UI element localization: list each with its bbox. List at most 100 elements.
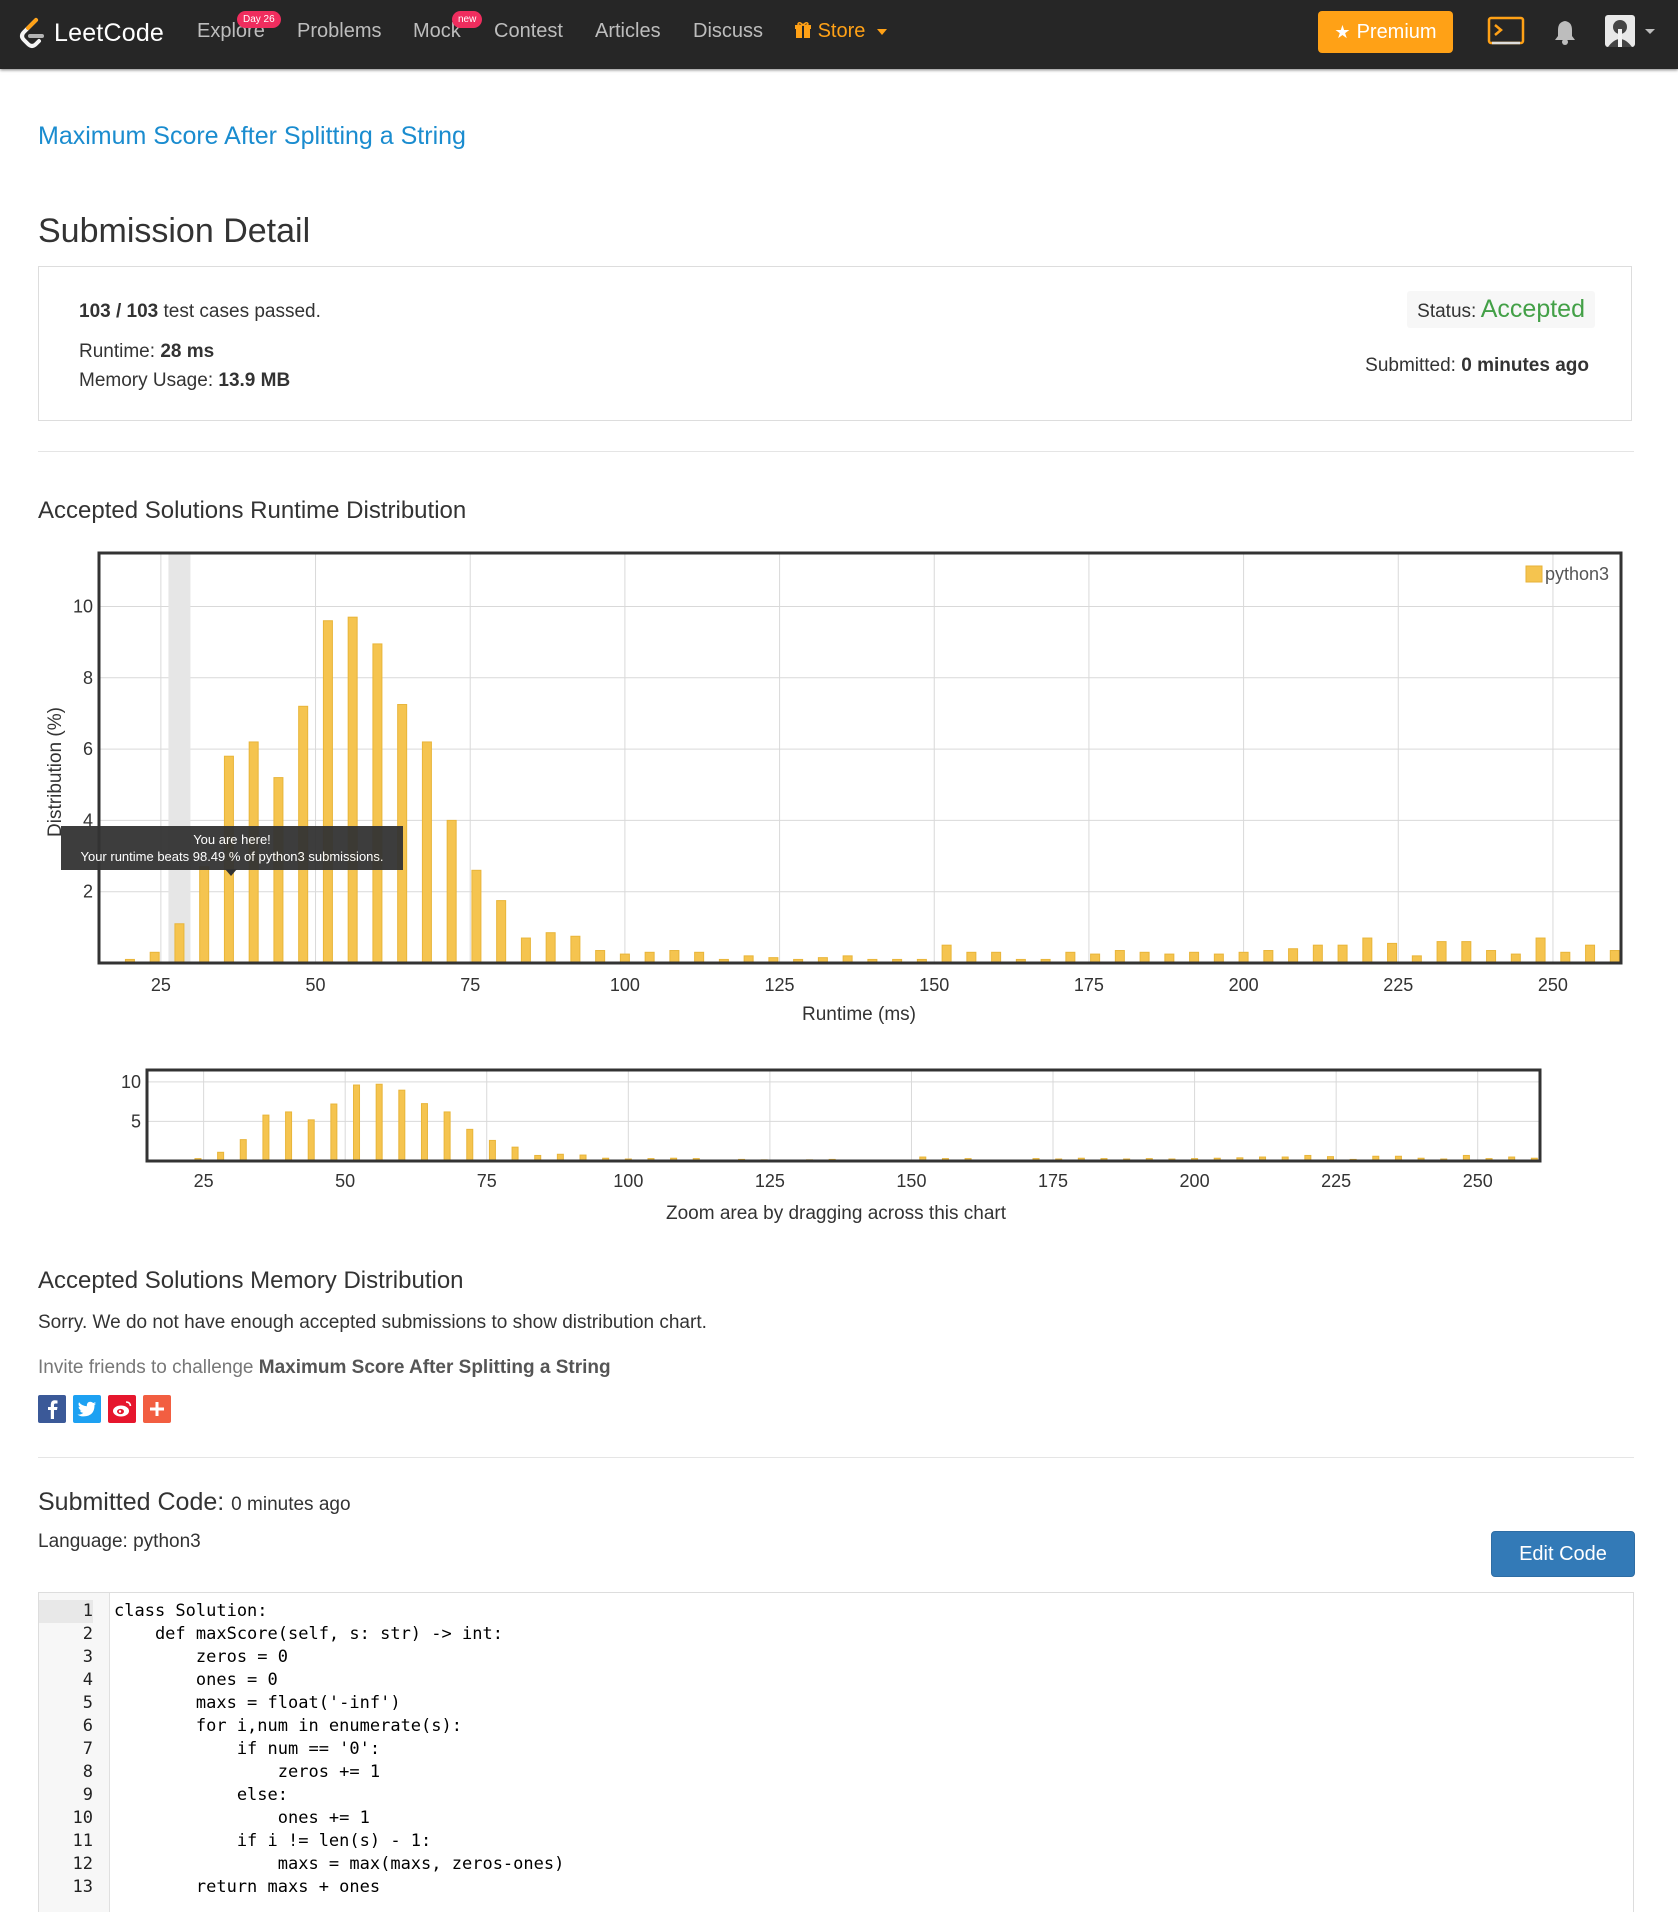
bar[interactable] (353, 1084, 361, 1162)
share-more-button[interactable] (143, 1395, 171, 1423)
code-text: else: (114, 1785, 288, 1805)
facebook-icon (48, 1400, 58, 1419)
code-line[interactable]: 8 zeros += 1 (39, 1761, 1629, 1784)
bar[interactable] (446, 819, 457, 964)
bar[interactable] (545, 932, 556, 964)
bar[interactable] (1387, 942, 1398, 964)
bar[interactable] (570, 935, 581, 964)
bar[interactable] (347, 616, 358, 964)
code-text: for i,num in enumerate(s): (114, 1716, 462, 1736)
bar[interactable] (1263, 950, 1274, 964)
bar[interactable] (488, 1139, 496, 1162)
bar[interactable] (1362, 937, 1373, 964)
bar[interactable] (285, 1111, 293, 1162)
code-text: if i != len(s) - 1: (114, 1831, 432, 1851)
tooltip-arrow (225, 869, 237, 876)
chart-legend[interactable]: python3 (1525, 564, 1609, 584)
bar[interactable] (199, 866, 210, 964)
code-line[interactable]: 10 ones += 1 (39, 1807, 1629, 1830)
share-facebook-button[interactable] (38, 1395, 66, 1423)
edit-code-button[interactable]: Edit Code (1491, 1531, 1635, 1577)
main-chart-x-ticks: 25 50 75 100 125 150 175 200 225 250 (151, 975, 1568, 995)
bar[interactable] (991, 951, 1002, 964)
bar[interactable] (398, 1089, 406, 1162)
zoom-chart-x-ticks: 25 50 75 100 125 150 175 200 225 250 (194, 1171, 1493, 1191)
x-tick-label: 25 (151, 975, 171, 995)
bar[interactable] (443, 1111, 451, 1162)
bar[interactable] (595, 950, 606, 964)
bar[interactable] (1535, 937, 1546, 964)
submitted-code-title: Submitted Code: 0 minutes ago (38, 1488, 351, 1517)
share-weibo-button[interactable] (108, 1395, 136, 1423)
zoom-chart-bars (171, 1083, 1538, 1162)
x-tick-label: 225 (1321, 1171, 1351, 1191)
bar[interactable] (372, 643, 383, 964)
bar[interactable] (174, 923, 185, 964)
bar[interactable] (239, 1139, 247, 1162)
code-line[interactable]: 4 ones = 0 (39, 1669, 1629, 1692)
code-text: ones += 1 (114, 1808, 370, 1828)
bar[interactable] (1585, 944, 1596, 964)
bar[interactable] (644, 951, 655, 964)
bar[interactable] (1461, 941, 1472, 964)
bar[interactable] (466, 1128, 474, 1162)
bar[interactable] (1560, 951, 1571, 964)
language-line: Language: python3 (38, 1531, 201, 1553)
bar[interactable] (669, 950, 680, 964)
code-line[interactable]: 5 maxs = float('-inf') (39, 1692, 1629, 1715)
bar[interactable] (1189, 951, 1200, 964)
language-label: Language: (38, 1531, 128, 1552)
share-twitter-button[interactable] (73, 1395, 101, 1423)
highlight-band (168, 553, 191, 963)
x-tick-label: 225 (1383, 975, 1413, 995)
bar[interactable] (273, 777, 284, 964)
x-tick-label: 200 (1180, 1171, 1210, 1191)
bar[interactable] (1288, 948, 1299, 964)
code-line[interactable]: 11 if i != len(s) - 1: (39, 1830, 1629, 1853)
bar[interactable] (1065, 951, 1076, 964)
code-line[interactable]: 2 def maxScore(self, s: str) -> int: (39, 1623, 1629, 1646)
bar[interactable] (330, 1103, 338, 1162)
bar[interactable] (1337, 944, 1348, 964)
bar[interactable] (1436, 941, 1447, 964)
code-text: def maxScore(self, s: str) -> int: (114, 1624, 503, 1644)
y-axis-label: Distribution (%) (45, 707, 66, 837)
bar[interactable] (941, 944, 952, 964)
code-line[interactable]: 9 else: (39, 1784, 1629, 1807)
x-tick-label: 100 (610, 975, 640, 995)
line-number: 3 (82, 1647, 93, 1667)
runtime-distribution-chart[interactable]: 25 50 75 100 125 150 175 200 225 250 246810 Runti… (0, 0, 1678, 1240)
bar[interactable] (375, 1083, 383, 1162)
bar[interactable] (262, 1114, 270, 1162)
bar[interactable] (1312, 944, 1323, 964)
bar[interactable] (420, 1103, 428, 1162)
bar[interactable] (966, 951, 977, 964)
code-line[interactable]: 1 class Solution: (39, 1600, 1629, 1623)
code-text: maxs = float('-inf') (114, 1693, 401, 1713)
code-line[interactable]: 3 zeros = 0 (39, 1646, 1629, 1669)
bar[interactable] (1486, 950, 1497, 964)
bar[interactable] (520, 937, 531, 964)
bar[interactable] (1139, 951, 1150, 964)
bar[interactable] (496, 900, 507, 964)
line-number: 13 (72, 1877, 93, 1897)
code-line[interactable]: 7 if num == '0': (39, 1738, 1629, 1761)
code-line[interactable]: 13 return maxs + ones (39, 1876, 1629, 1899)
bar[interactable] (694, 951, 705, 964)
x-tick-label: 175 (1038, 1171, 1068, 1191)
code-text: zeros = 0 (114, 1647, 288, 1667)
x-tick-label: 25 (194, 1171, 214, 1191)
bar[interactable] (1238, 951, 1249, 964)
bar[interactable] (1609, 950, 1620, 964)
bar[interactable] (322, 620, 333, 964)
bar[interactable] (511, 1146, 519, 1162)
bar[interactable] (307, 1119, 315, 1162)
code-line[interactable]: 12 maxs = max(maxs, zeros-ones) (39, 1853, 1629, 1876)
code-line[interactable]: 6 for i,num in enumerate(s): (39, 1715, 1629, 1738)
line-number: 8 (82, 1762, 93, 1782)
bar[interactable] (149, 951, 160, 964)
bar[interactable] (471, 869, 482, 964)
bar[interactable] (1114, 950, 1125, 964)
bar[interactable] (421, 741, 432, 964)
code-viewer[interactable]: 1 class Solution: 2 def maxScore(self, s: … (38, 1592, 1634, 1912)
